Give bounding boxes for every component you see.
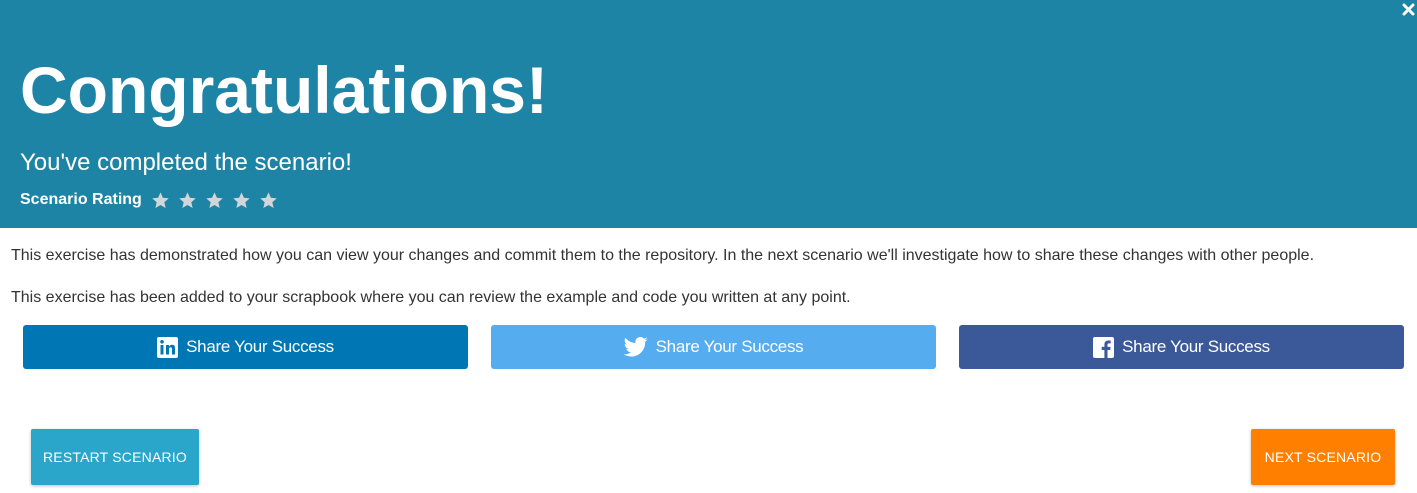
- share-twitter-label: Share Your Success: [655, 337, 804, 356]
- facebook-icon: [1093, 336, 1115, 358]
- twitter-icon: [623, 337, 648, 357]
- close-button[interactable]: [1399, 0, 1417, 22]
- linkedin-icon: [157, 336, 179, 358]
- star-icon-4[interactable]: [232, 191, 251, 210]
- star-icon-5[interactable]: [259, 191, 278, 210]
- restart-scenario-button[interactable]: RESTART SCENARIO: [31, 429, 199, 485]
- share-linkedin-label: Share Your Success: [186, 337, 334, 356]
- page-title: Congratulations!: [20, 53, 548, 127]
- page-subtitle: You've completed the scenario!: [20, 149, 352, 176]
- star-icon-1[interactable]: [151, 191, 170, 210]
- star-icon-3[interactable]: [205, 191, 224, 210]
- share-linkedin-button[interactable]: Share Your Success: [23, 325, 468, 369]
- scenario-rating: Scenario Rating: [20, 187, 286, 213]
- congratulations-header: Congratulations! You've completed the sc…: [0, 0, 1417, 228]
- share-facebook-label: Share Your Success: [1122, 337, 1270, 356]
- scrapbook-paragraph: This exercise has been added to your scr…: [11, 289, 851, 306]
- share-twitter-button[interactable]: Share Your Success: [491, 325, 936, 369]
- completion-modal: Congratulations! You've completed the sc…: [0, 0, 1417, 493]
- rating-stars: [151, 191, 286, 210]
- next-scenario-button[interactable]: NEXT SCENARIO: [1251, 429, 1395, 485]
- rating-label: Scenario Rating: [20, 191, 142, 208]
- star-icon-2[interactable]: [178, 191, 197, 210]
- summary-paragraph: This exercise has demonstrated how you c…: [11, 247, 1315, 264]
- close-icon: [1402, 3, 1415, 16]
- share-facebook-button[interactable]: Share Your Success: [959, 325, 1404, 369]
